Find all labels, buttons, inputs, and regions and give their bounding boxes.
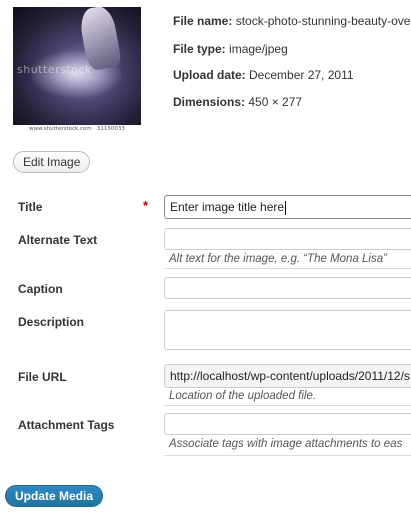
required-marker: * xyxy=(143,198,149,213)
attachment-tags-label: Attachment Tags xyxy=(18,418,115,432)
image-thumbnail: shutterstock xyxy=(13,7,141,125)
file-url-separator xyxy=(164,405,411,406)
thumbnail-credit: www.shutterstock.com · 31150033 xyxy=(13,125,141,133)
description-textarea[interactable] xyxy=(164,310,411,350)
attachment-tags-separator xyxy=(164,455,411,456)
file-url-input[interactable]: http://localhost/wp-content/uploads/2011… xyxy=(164,364,411,388)
file-name-row: File name: stock-photo-stunning-beauty-o… xyxy=(173,14,410,28)
file-type-value: image/jpeg xyxy=(229,42,288,56)
alt-text-hint: Alt text for the image, e.g. “The Mona L… xyxy=(169,253,387,265)
file-url-label: File URL xyxy=(18,370,67,384)
dimensions-row: Dimensions: 450 × 277 xyxy=(173,95,302,109)
file-type-label: File type: xyxy=(173,42,226,56)
alt-text-label: Alternate Text xyxy=(18,233,98,247)
alt-text-separator xyxy=(164,268,411,269)
file-name-value: stock-photo-stunning-beauty-ove xyxy=(235,14,411,28)
title-input-value: Enter image title here xyxy=(170,200,285,214)
attachment-tags-hint: Associate tags with image attachments to… xyxy=(169,438,403,450)
upload-date-label: Upload date: xyxy=(173,68,246,82)
dimensions-value: 450 × 277 xyxy=(248,95,303,109)
file-url-hint: Location of the uploaded file. xyxy=(169,390,317,402)
caption-input[interactable] xyxy=(164,277,411,299)
title-input[interactable]: Enter image title here xyxy=(164,195,411,219)
upload-date-value: December 27, 2011 xyxy=(249,68,354,82)
file-type-row: File type: image/jpeg xyxy=(173,42,288,56)
file-name-label: File name: xyxy=(173,14,233,28)
update-media-button[interactable]: Update Media xyxy=(5,485,104,507)
edit-image-button[interactable]: Edit Image xyxy=(13,151,91,173)
title-label: Title xyxy=(18,200,43,214)
description-label: Description xyxy=(18,315,85,329)
caption-label: Caption xyxy=(18,282,63,296)
upload-date-row: Upload date: December 27, 2011 xyxy=(173,68,354,82)
text-caret xyxy=(285,200,287,215)
dimensions-label: Dimensions: xyxy=(173,95,246,109)
alt-text-input[interactable] xyxy=(164,228,411,250)
thumbnail-watermark: shutterstock xyxy=(17,63,92,76)
attachment-tags-input[interactable] xyxy=(164,413,411,435)
